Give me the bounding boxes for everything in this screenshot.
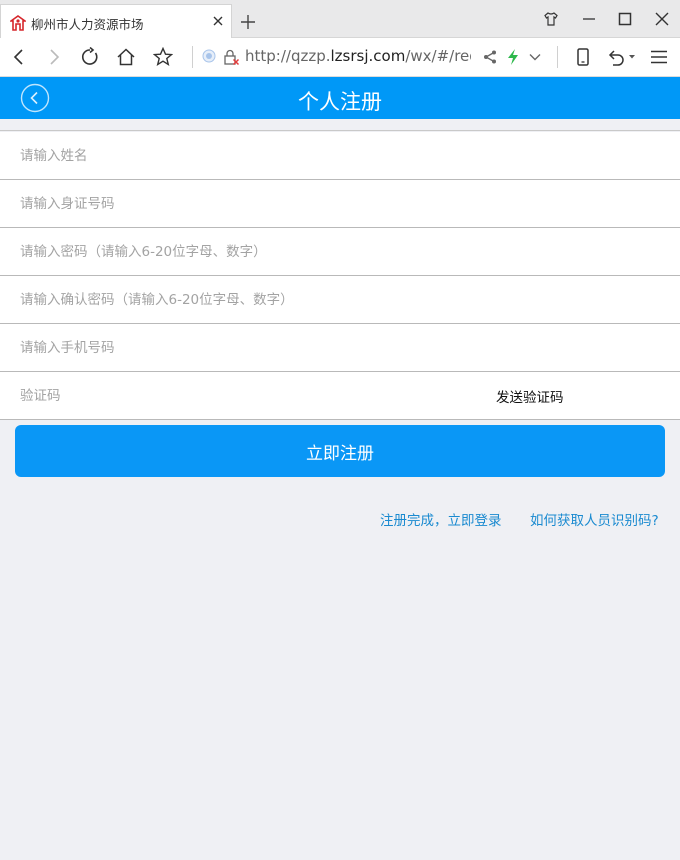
name-input[interactable] xyxy=(20,132,480,179)
undo-dropdown-icon[interactable] xyxy=(628,53,636,61)
tab-title: 柳州市人力资源市场 xyxy=(31,17,144,32)
close-tab-icon[interactable] xyxy=(211,14,225,28)
site-logo-icon xyxy=(10,15,26,31)
browser-tab[interactable]: 柳州市人力资源市场 xyxy=(0,4,232,38)
login-link[interactable]: 注册完成，立即登录 xyxy=(380,509,502,529)
id-number-input[interactable] xyxy=(20,180,480,227)
header-spacer xyxy=(0,119,680,131)
home-icon[interactable] xyxy=(116,47,136,67)
new-tab-icon[interactable] xyxy=(240,14,256,30)
verification-code-input[interactable] xyxy=(20,372,460,419)
chevron-down-icon[interactable] xyxy=(528,50,542,64)
undo-icon[interactable] xyxy=(606,47,626,67)
phone-input[interactable] xyxy=(20,324,480,371)
register-button[interactable]: 立即注册 xyxy=(15,425,665,477)
forward-icon[interactable] xyxy=(44,47,64,67)
send-code-button[interactable]: 发送验证码 xyxy=(496,386,564,406)
insecure-lock-icon[interactable] xyxy=(222,48,240,66)
verification-code-field: 发送验证码 xyxy=(0,372,680,420)
reload-icon[interactable] xyxy=(80,47,100,67)
page-title: 个人注册 xyxy=(298,90,382,114)
menu-icon[interactable] xyxy=(649,47,669,67)
name-field xyxy=(0,132,680,180)
id-number-field xyxy=(0,180,680,228)
url-domain: lzsrsj.com xyxy=(330,47,406,65)
nav-separator xyxy=(557,46,558,68)
password-field xyxy=(0,228,680,276)
url-prefix: http://qzzp. xyxy=(245,47,331,65)
help-id-link[interactable]: 如何获取人员识别码? xyxy=(530,509,659,529)
phone-field xyxy=(0,324,680,372)
bookmark-star-icon[interactable] xyxy=(153,47,173,67)
browser-nav-bar: http://qzzp.lzsrsj.com/wx/#/regist xyxy=(0,38,680,77)
confirm-password-input[interactable] xyxy=(20,276,480,323)
maximize-icon[interactable] xyxy=(617,11,633,27)
speed-lightning-icon[interactable] xyxy=(505,48,521,66)
browser-tab-bar: 柳州市人力资源市场 xyxy=(0,0,680,38)
confirm-password-field xyxy=(0,276,680,324)
share-icon[interactable] xyxy=(482,49,498,65)
app-header: 个人注册 xyxy=(0,77,680,119)
url-path: /wx/#/regist xyxy=(405,47,471,65)
minimize-icon[interactable] xyxy=(581,11,597,27)
mobile-device-icon[interactable] xyxy=(573,47,593,67)
nav-separator xyxy=(192,46,193,68)
address-bar[interactable]: http://qzzp.lzsrsj.com/wx/#/regist xyxy=(245,47,471,65)
skin-shirt-icon[interactable] xyxy=(543,11,559,27)
security-shield-icon[interactable] xyxy=(201,48,217,64)
back-icon[interactable] xyxy=(9,47,29,67)
close-window-icon[interactable] xyxy=(654,11,670,27)
password-input[interactable] xyxy=(20,228,480,275)
